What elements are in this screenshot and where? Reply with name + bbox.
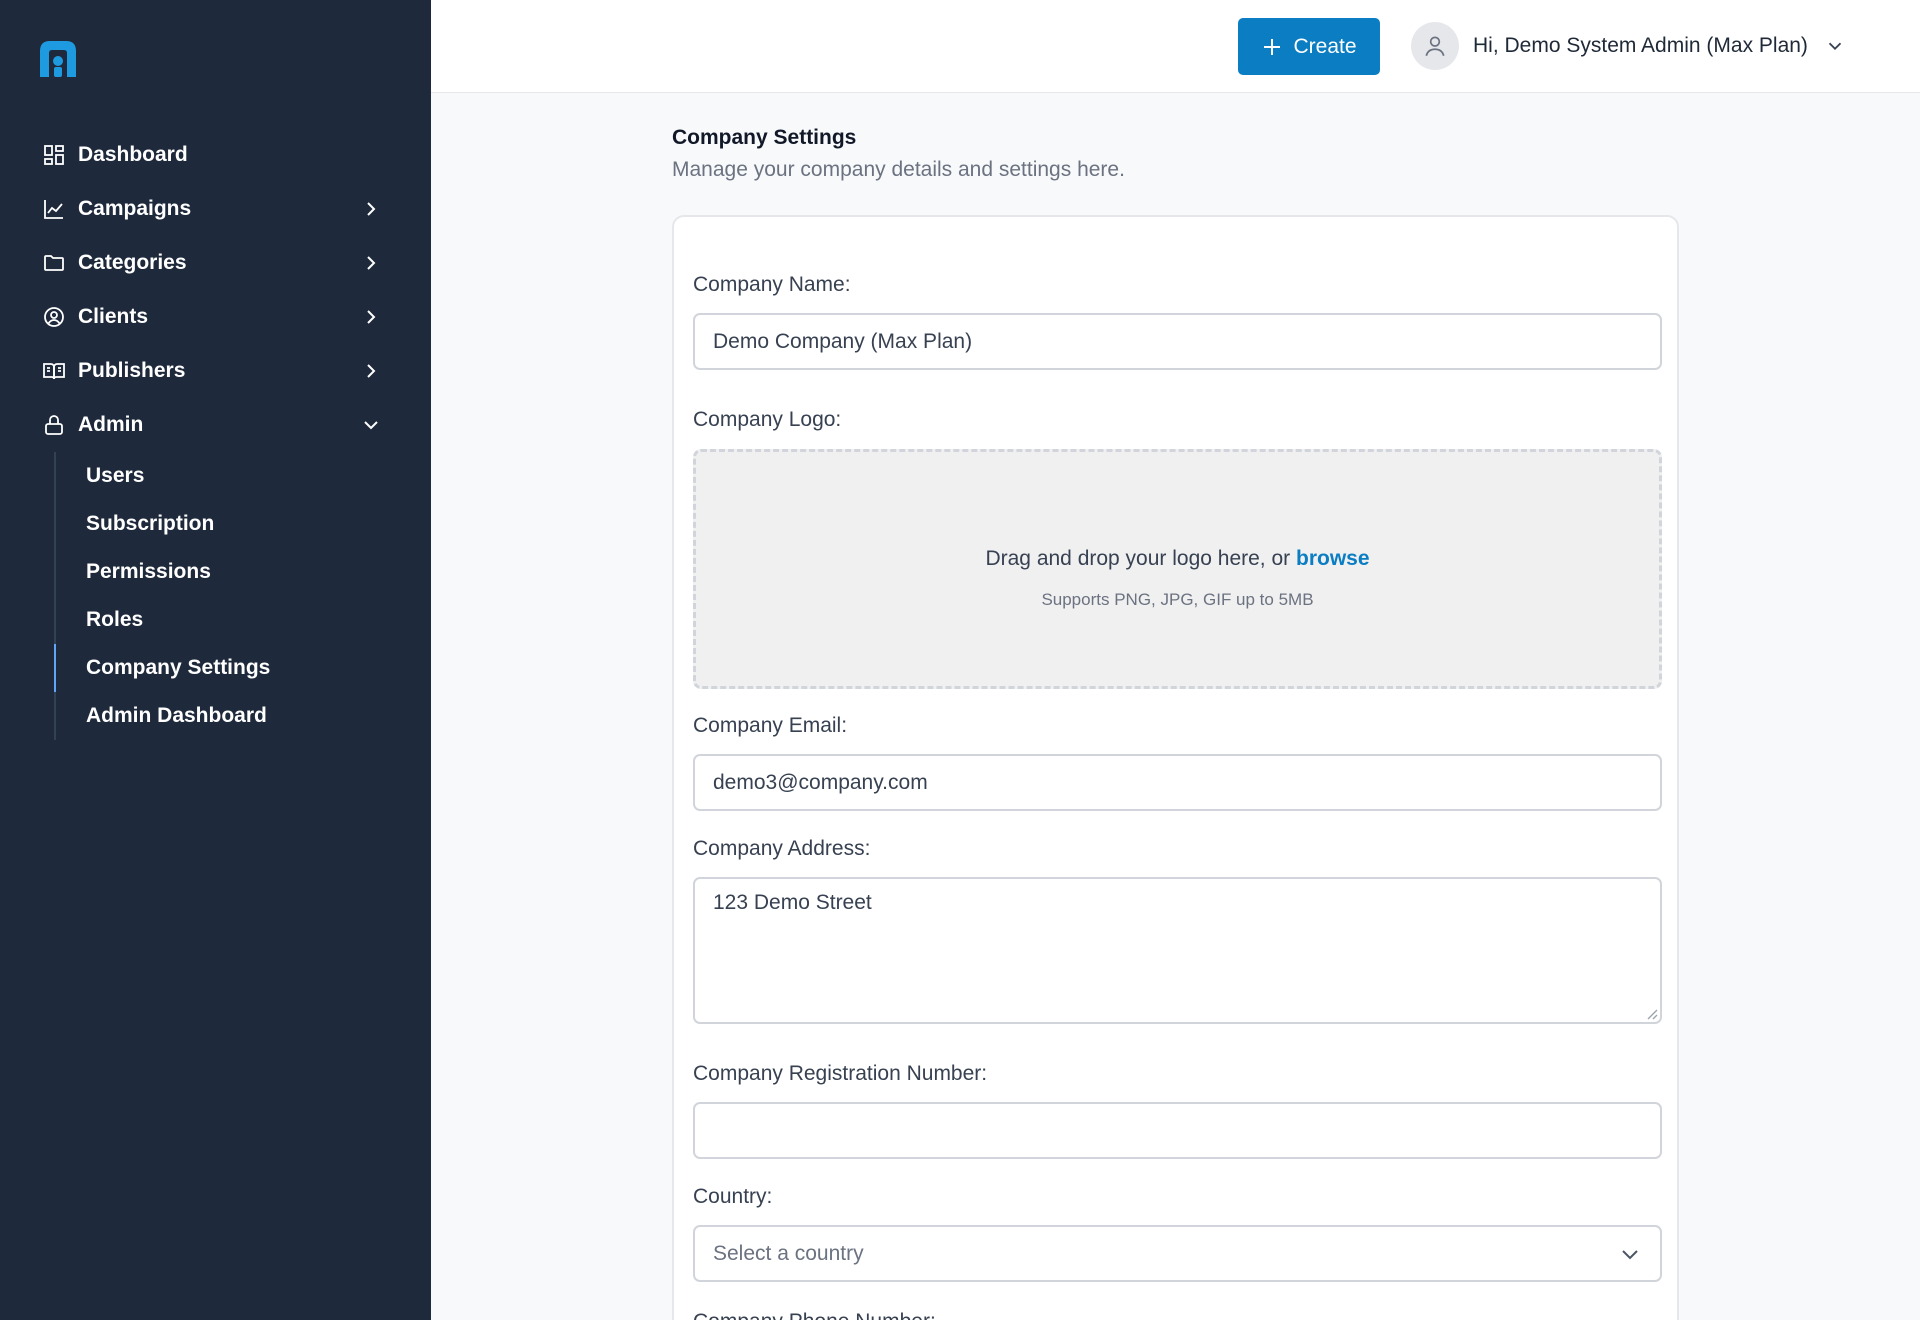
plus-icon [1261,36,1283,58]
dashboard-icon [42,143,66,167]
dropzone-instruction: Drag and drop your logo here, or [985,547,1291,570]
page-title: Company Settings [672,126,857,149]
browse-link[interactable]: browse [1296,547,1370,570]
company-address-textarea[interactable]: 123 Demo Street [693,877,1662,1024]
company-email-value: demo3@company.com [713,770,928,794]
sidebar-item-clients[interactable]: Clients [0,290,431,344]
sidebar-item-label: Campaigns [78,197,192,220]
registration-number-input[interactable] [693,1102,1662,1159]
registration-number-label: Company Registration Number: [693,1062,988,1085]
user-circle-icon [42,305,66,329]
chevron-down-icon [359,413,383,437]
company-email-label: Company Email: [693,714,848,737]
company-email-input[interactable]: demo3@company.com [693,754,1662,811]
sidebar-item-label: Categories [78,251,187,274]
user-icon [1425,36,1445,57]
book-icon [42,359,66,383]
user-greeting: Hi, Demo System Admin (Max Plan) [1473,34,1808,57]
company-name-label: Company Name: [693,273,851,296]
sidebar-nav: Dashboard Campaigns Categories Clients P… [0,128,431,740]
page-heading: Company Settings Manage your company det… [672,126,1125,182]
sidebar: Dashboard Campaigns Categories Clients P… [0,0,431,1320]
sidebar-item-campaigns[interactable]: Campaigns [0,182,431,236]
sidebar-item-categories[interactable]: Categories [0,236,431,290]
lock-icon [42,413,66,437]
sidebar-subitem-admin-dashboard[interactable]: Admin Dashboard [56,692,431,740]
chevron-down-icon [1618,1242,1642,1266]
sidebar-item-publishers[interactable]: Publishers [0,344,431,398]
company-logo-label: Company Logo: [693,408,842,431]
company-name-value: Demo Company (Max Plan) [713,329,973,353]
company-name-input[interactable]: Demo Company (Max Plan) [693,313,1662,370]
user-menu[interactable]: Hi, Demo System Admin (Max Plan) [1411,22,1846,70]
country-label: Country: [693,1185,773,1208]
sidebar-subitem-permissions[interactable]: Permissions [56,548,431,596]
sidebar-item-dashboard[interactable]: Dashboard [0,128,431,182]
logo-dropzone[interactable]: Drag and drop your logo here, or browse … [693,449,1662,689]
avatar [1411,22,1459,70]
chevron-right-icon [359,197,383,221]
top-header: Create Hi, Demo System Admin (Max Plan) [431,0,1920,93]
company-settings-card: Company Name: Demo Company (Max Plan) Co… [672,215,1679,1320]
sidebar-subitem-subscription[interactable]: Subscription [56,500,431,548]
dropzone-hint: Supports PNG, JPG, GIF up to 5MB [1041,590,1314,609]
create-button-label: Create [1293,34,1357,58]
chevron-right-icon [359,251,383,275]
resize-handle-icon[interactable] [1644,1006,1658,1020]
dropzone-text: Drag and drop your logo here, or browse [696,547,1659,571]
sidebar-subitem-roles[interactable]: Roles [56,596,431,644]
country-select[interactable]: Select a country [693,1225,1662,1282]
chevron-right-icon [359,305,383,329]
sidebar-item-label: Dashboard [78,143,188,166]
chart-icon [42,197,66,221]
chevron-down-icon [1824,35,1846,57]
country-placeholder: Select a country [713,1241,864,1265]
sidebar-subitem-users[interactable]: Users [56,452,431,500]
app-logo-icon[interactable] [36,37,80,81]
sidebar-item-label: Admin [78,413,144,436]
company-address-label: Company Address: [693,837,871,860]
sidebar-item-admin[interactable]: Admin [0,398,431,452]
admin-subnav: Users Subscription Permissions Roles Com… [54,452,431,740]
chevron-right-icon [359,359,383,383]
sidebar-item-label: Publishers [78,359,186,382]
company-address-value: 123 Demo Street [713,891,872,914]
create-button[interactable]: Create [1238,18,1380,75]
company-phone-label: Company Phone Number: [693,1310,936,1320]
sidebar-item-label: Clients [78,305,149,328]
folder-icon [42,251,66,275]
sidebar-subitem-company-settings[interactable]: Company Settings [54,644,431,692]
page-subtitle: Manage your company details and settings… [672,158,1125,181]
